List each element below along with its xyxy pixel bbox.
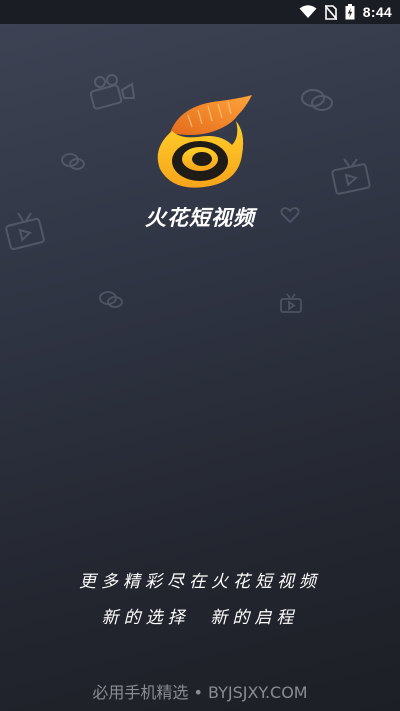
tv-icon (280, 293, 302, 313)
app-name: 火花短视频 (145, 206, 255, 230)
camera-icon (89, 74, 136, 110)
no-sim-icon (324, 4, 337, 20)
battery-charging-icon (345, 4, 355, 20)
status-bar: 8:44 (0, 0, 400, 24)
footer-watermark: 必用手机精选 • BYJSJXY.COM (92, 683, 308, 702)
wifi-icon (299, 5, 317, 19)
chat-bubble-icon (61, 153, 85, 170)
status-time: 8:44 (362, 4, 392, 20)
chat-bubble-icon (99, 291, 123, 308)
status-icons: 8:44 (299, 2, 392, 22)
chat-bubble-icon (301, 89, 333, 111)
tv-icon (331, 158, 371, 195)
slogan-line-2: 新的选择 新的启程 (101, 608, 299, 628)
app-logo-icon (157, 95, 252, 188)
slogan-line-1: 更多精彩尽在火花短视频 (79, 572, 321, 592)
